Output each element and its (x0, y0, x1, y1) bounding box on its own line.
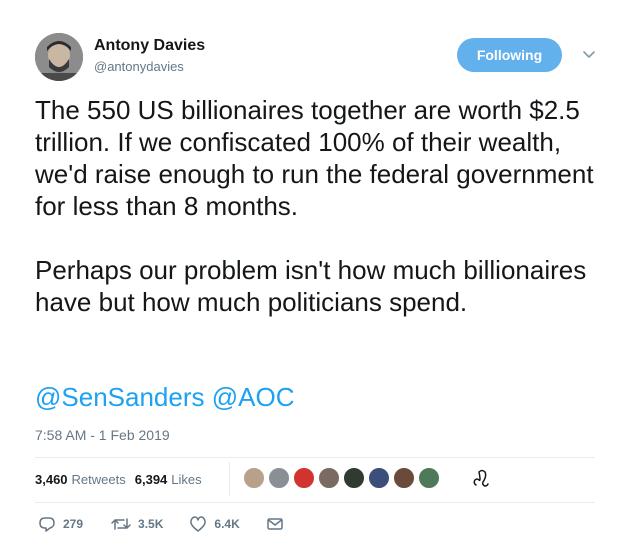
reply-icon (39, 517, 55, 532)
liker-avatar-8[interactable] (418, 467, 440, 489)
following-button[interactable]: Following (457, 38, 562, 72)
liker-avatar-1[interactable] (243, 467, 265, 489)
liker-avatar-7[interactable] (393, 467, 415, 489)
retweet-count: 3.5K (138, 517, 164, 531)
author-avatar[interactable] (35, 33, 83, 81)
tweet-mentions: @SenSanders @AOC (35, 381, 294, 413)
like-count: 6.4K (214, 517, 240, 531)
divider (35, 457, 595, 458)
tweet-stats: 3,460 Retweets 6,394 Likes (35, 472, 202, 487)
likes-label[interactable]: Likes (171, 472, 201, 487)
tweet-header: Antony Davies @antonydavies Following (35, 33, 605, 83)
heart-icon (190, 516, 207, 532)
author-photo-icon (35, 33, 83, 81)
reply-count: 279 (63, 517, 84, 531)
tweet-timestamp[interactable]: 7:58 AM - 1 Feb 2019 (35, 427, 170, 443)
retweets-count[interactable]: 3,460 (35, 472, 68, 487)
retweet-button[interactable]: 3.5K (111, 515, 163, 533)
chevron-down-icon[interactable] (580, 45, 598, 63)
retweets-label[interactable]: Retweets (72, 472, 126, 487)
liker-avatar-3[interactable] (293, 467, 315, 489)
leo-symbol-icon (473, 469, 489, 487)
mention-link[interactable]: @SenSanders (35, 382, 205, 412)
liker-avatars (243, 467, 443, 489)
author-name[interactable]: Antony Davies (94, 37, 205, 55)
liker-avatar-6[interactable] (368, 467, 390, 489)
like-button[interactable]: 6.4K (189, 515, 240, 533)
likes-count[interactable]: 6,394 (135, 472, 168, 487)
reply-button[interactable]: 279 (38, 515, 83, 533)
tweet-text: The 550 US billionaires together are wor… (35, 94, 605, 318)
liker-avatar-5[interactable] (343, 467, 365, 489)
author-handle[interactable]: @antonydavies (94, 59, 184, 74)
tweet-paragraph-2: Perhaps our problem isn't how much billi… (35, 255, 587, 317)
divider (35, 502, 595, 503)
direct-message-button[interactable] (266, 515, 284, 533)
envelope-icon (267, 518, 283, 530)
tweet-actions: 279 3.5K 6.4K (38, 515, 284, 533)
liker-avatar-2[interactable] (268, 467, 290, 489)
tweet: Antony Davies @antonydavies Following Th… (0, 0, 630, 559)
retweet-icon (111, 518, 131, 530)
liker-avatar-4[interactable] (318, 467, 340, 489)
mention-link[interactable]: @AOC (212, 382, 295, 412)
stats-separator (229, 462, 230, 496)
tweet-paragraph-1: The 550 US billionaires together are wor… (35, 95, 594, 221)
